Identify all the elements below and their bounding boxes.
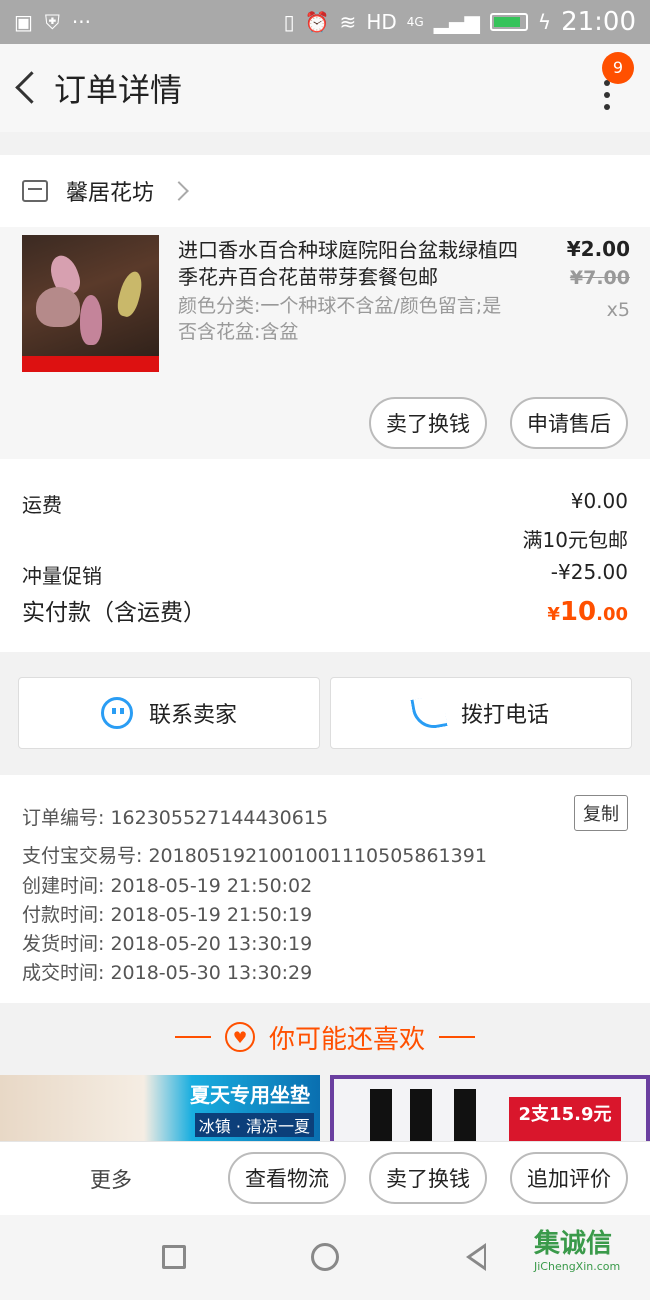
- status-right: ▯ ⏰ ≋ HD 4G ▂▄▆ ϟ 21:00: [284, 7, 636, 37]
- recommend-item-a-sub: 冰镇 · 清凉一夏: [194, 1113, 314, 1137]
- bottom-sell-button[interactable]: 卖了换钱: [369, 1152, 487, 1204]
- total-decimal: .00: [596, 604, 628, 625]
- watermark-logo: 集诚信 JiChengXin.com: [534, 1223, 644, 1293]
- more-notifications-icon: ···: [71, 10, 91, 34]
- watermark-name: 集诚信: [534, 1229, 613, 1259]
- shipping-label: 运费: [22, 493, 62, 517]
- recommend-title: 你可能还喜欢: [268, 1024, 425, 1055]
- signal-icon: ▂▄▆: [433, 10, 480, 34]
- page-title: 订单详情: [54, 71, 183, 109]
- status-time: 21:00: [561, 7, 636, 37]
- shipping-row: 运费 ¥0.00: [22, 489, 628, 518]
- bottom-action-bar: 更多 查看物流 卖了换钱 追加评价: [0, 1141, 650, 1215]
- alarm-icon: ⏰: [304, 10, 330, 34]
- network-label: HD: [366, 10, 397, 34]
- shipping-note: 满10元包邮: [522, 528, 628, 552]
- contact-row: 联系卖家 拨打电话: [0, 668, 650, 760]
- shield-icon: ⛨: [44, 10, 60, 34]
- contact-seller-label: 联系卖家: [148, 703, 237, 728]
- promo-row: 冲量促销 -¥25.00: [22, 560, 628, 589]
- shipped-time: 发货时间: 2018-05-20 13:30:19: [22, 933, 313, 955]
- completed-time: 成交时间: 2018-05-30 13:30:29: [22, 962, 313, 984]
- paid-time: 付款时间: 2018-05-19 21:50:19: [22, 904, 313, 926]
- sell-for-cash-button[interactable]: 卖了换钱: [369, 397, 487, 449]
- shop-icon: [22, 180, 48, 202]
- recommend-item-lipstick[interactable]: 2支15.9元: [330, 1075, 650, 1141]
- status-left: ▣ ⛨ ···: [14, 10, 91, 34]
- add-review-button[interactable]: 追加评价: [510, 1152, 628, 1204]
- chat-icon: [100, 697, 133, 729]
- home-icon[interactable]: [311, 1243, 339, 1271]
- recent-apps-icon[interactable]: [162, 1245, 186, 1269]
- recommend-item-b-tag: 2支15.9元: [509, 1097, 621, 1141]
- order-info: 订单编号: 162305527144430615 复制 支付宝交易号: 2018…: [0, 775, 650, 1003]
- call-button[interactable]: 拨打电话: [330, 677, 632, 749]
- product-spec: 颜色分类:一个种球不含盆/颜色留言;是否含花盆:含盆: [178, 295, 502, 343]
- image-icon: ▣: [14, 10, 33, 34]
- notification-badge: 9: [602, 52, 634, 84]
- phone-icon: [410, 694, 448, 732]
- contact-seller-button[interactable]: 联系卖家: [18, 677, 320, 749]
- shipping-note-row: 满10元包邮: [22, 524, 628, 553]
- product-original-price: ¥7.00: [569, 267, 630, 289]
- promo-label: 冲量促销: [22, 564, 102, 588]
- total-row: 实付款（含运费） ¥10.00: [22, 593, 628, 627]
- recommend-item-cushion[interactable]: 夏天专用坐垫 冰镇 · 清凉一夏: [0, 1075, 320, 1141]
- back-arrow-icon[interactable]: [10, 68, 50, 108]
- shipping-value: ¥0.00: [570, 489, 628, 513]
- fee-summary: 运费 ¥0.00 满10元包邮 冲量促销 -¥25.00 实付款（含运费） ¥1…: [0, 459, 650, 652]
- divider-left: [174, 1036, 211, 1038]
- created-time: 创建时间: 2018-05-19 21:50:02: [22, 875, 313, 897]
- total-amount: ¥10.00: [547, 597, 628, 627]
- divider-right: [439, 1036, 475, 1038]
- order-number: 订单编号: 162305527144430615: [22, 807, 329, 829]
- alipay-number: 支付宝交易号: 2018051921001001110505861391: [22, 845, 487, 867]
- product-price: ¥2.00: [566, 237, 630, 261]
- copy-button[interactable]: 复制: [574, 795, 628, 831]
- total-integer: 10: [559, 597, 597, 627]
- total-label: 实付款（含运费）: [22, 600, 206, 626]
- more-menu-icon[interactable]: [604, 80, 612, 110]
- recommend-list: 夏天专用坐垫 冰镇 · 清凉一夏 2支15.9元: [0, 1075, 650, 1141]
- heart-icon: ♥: [224, 1022, 255, 1052]
- view-logistics-button[interactable]: 查看物流: [228, 1152, 346, 1204]
- nav-bar: 订单详情 9: [0, 44, 650, 132]
- wifi-icon: ≋: [339, 10, 357, 34]
- product-card[interactable]: 进口香水百合种球庭院阳台盆栽绿植四季花卉百合花苗带芽套餐包邮 颜色分类:一个种球…: [0, 227, 650, 459]
- promo-value: -¥25.00: [550, 560, 628, 584]
- status-bar: ▣ ⛨ ··· ▯ ⏰ ≋ HD 4G ▂▄▆ ϟ 21:00: [0, 0, 650, 44]
- network-gen-label: 4G: [406, 15, 424, 29]
- recommend-header: ♥ 你可能还喜欢: [0, 1010, 650, 1064]
- back-icon[interactable]: [466, 1243, 486, 1271]
- more-button[interactable]: 更多: [90, 1164, 132, 1194]
- vibrate-icon: ▯: [283, 10, 295, 34]
- total-currency: ¥: [547, 604, 560, 625]
- charging-icon: ϟ: [537, 10, 552, 34]
- chevron-right-icon: [169, 181, 189, 201]
- after-sale-button[interactable]: 申请售后: [510, 397, 628, 449]
- call-label: 拨打电话: [460, 703, 549, 728]
- shop-row[interactable]: 馨居花坊: [0, 155, 650, 227]
- shop-name: 馨居花坊: [66, 181, 155, 206]
- recommend-item-a-tag: 夏天专用坐垫: [190, 1083, 310, 1107]
- product-quantity: x5: [606, 299, 630, 321]
- battery-icon: [489, 13, 528, 31]
- system-nav-bar: 集诚信 JiChengXin.com: [0, 1215, 650, 1300]
- watermark-url: JiChengXin.com: [534, 1260, 621, 1273]
- product-thumbnail[interactable]: [22, 235, 159, 372]
- product-title[interactable]: 进口香水百合种球庭院阳台盆栽绿植四季花卉百合花苗带芽套餐包邮: [178, 237, 518, 291]
